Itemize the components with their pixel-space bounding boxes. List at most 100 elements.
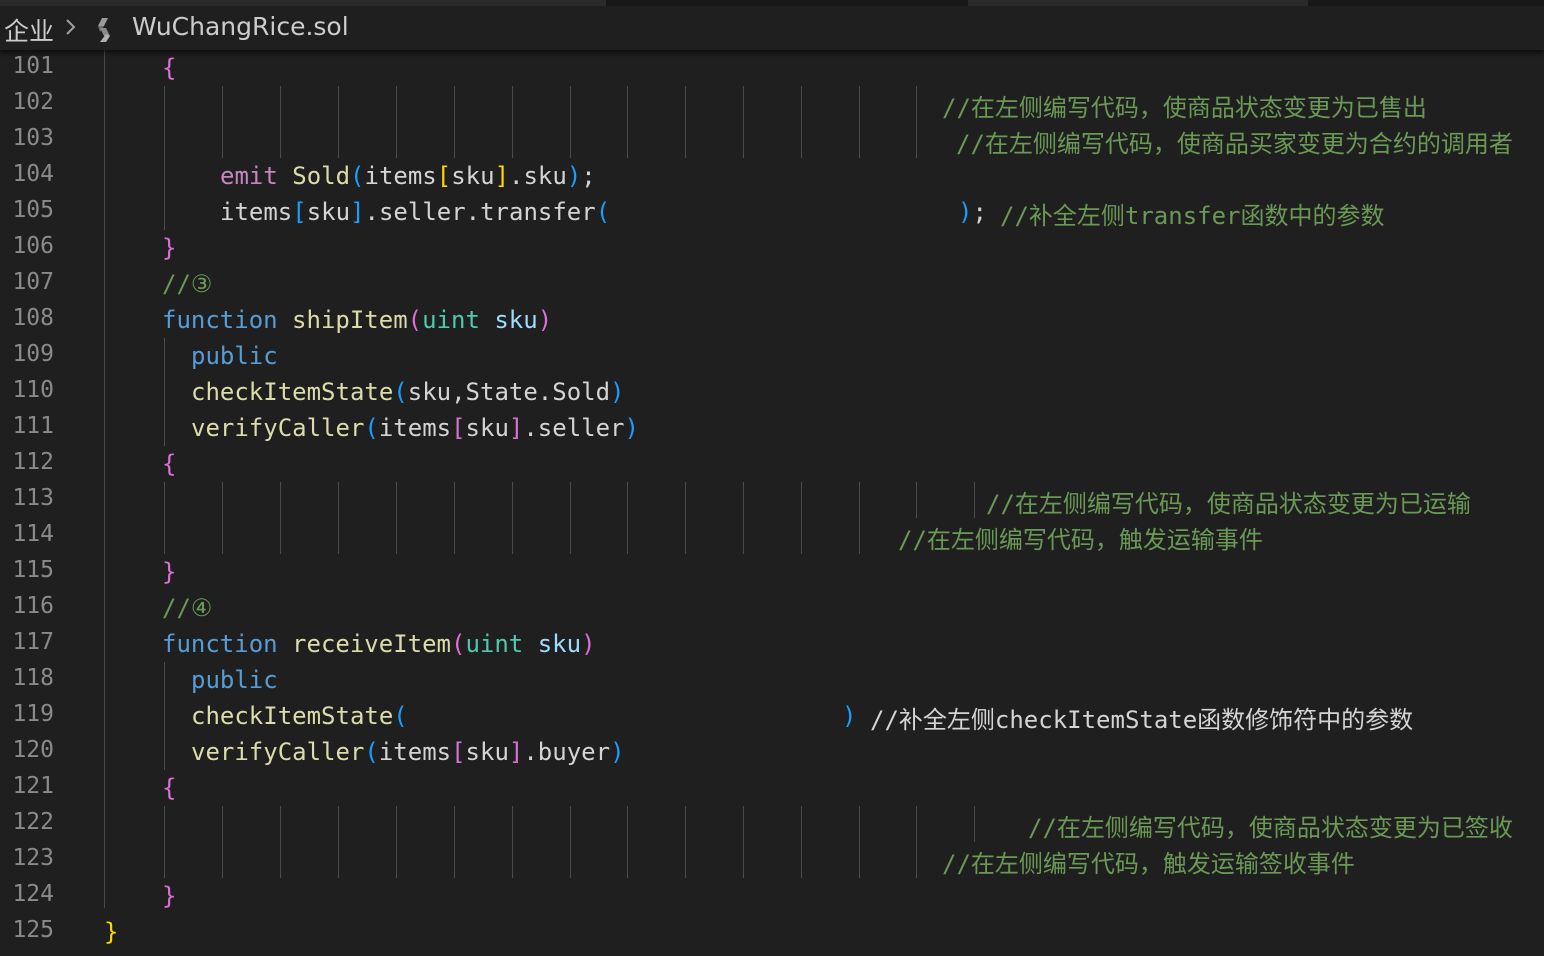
open-brace: { — [162, 54, 177, 82]
line-number: 122 — [12, 809, 54, 835]
breadcrumb: 企业 WuChangRice.sol — [0, 6, 1544, 50]
code-line[interactable]: 108 function shipItem(uint sku) — [0, 302, 1544, 338]
code-comment: //④ — [162, 594, 213, 622]
semicolon: ; — [972, 198, 987, 226]
code-line[interactable]: 122 //在左侧编写代码，使商品状态变更为已签收 — [0, 806, 1544, 842]
solidity-file-icon — [92, 16, 116, 44]
code-line[interactable]: 112 { — [0, 446, 1544, 482]
code-editor[interactable]: 101 { 102 //在左侧编写代码，使商品状态变更为已售出 103 //在左… — [0, 50, 1544, 956]
code-line[interactable]: 107 //③ — [0, 266, 1544, 302]
identifier: items — [378, 738, 452, 766]
code-line[interactable]: 125 } — [0, 914, 1544, 950]
identifier: items — [378, 414, 452, 442]
code-line[interactable]: 118 public — [0, 662, 1544, 698]
code-comment: //在左侧编写代码，使商品买家变更为合约的调用者 — [956, 130, 1513, 158]
property: .sku — [509, 162, 567, 190]
line-number: 106 — [12, 233, 54, 259]
modifier-name: verifyCaller — [191, 414, 365, 442]
code-line[interactable]: 102 //在左侧编写代码，使商品状态变更为已售出 — [0, 86, 1544, 122]
close-brace: } — [162, 234, 177, 262]
code-text: function receiveItem(uint sku) — [162, 630, 596, 658]
event-name: Sold — [292, 162, 351, 190]
code-line[interactable]: 109 public — [0, 338, 1544, 374]
identifier: sku — [465, 414, 509, 442]
modifier-name: verifyCaller — [191, 738, 365, 766]
code-comment: //在左侧编写代码，触发运输事件 — [898, 526, 1263, 554]
code-line[interactable]: 101 { — [0, 50, 1544, 86]
type-name: uint — [422, 306, 480, 334]
code-line[interactable]: 120 verifyCaller(items[sku].buyer) — [0, 734, 1544, 770]
line-number: 103 — [12, 125, 54, 151]
property: .seller — [523, 414, 625, 442]
line-number: 112 — [12, 449, 54, 475]
code-text: checkItemState( — [191, 702, 408, 730]
keyword-public: public — [191, 666, 278, 694]
line-number: 102 — [12, 89, 54, 115]
breadcrumb-folder[interactable]: 企业 — [4, 12, 54, 48]
code-line[interactable]: 124 } — [0, 878, 1544, 914]
code-text: function shipItem(uint sku) — [162, 306, 553, 334]
code-line[interactable]: 111 verifyCaller(items[sku].seller) — [0, 410, 1544, 446]
chevron-right-icon — [64, 11, 78, 47]
arguments: sku,State.Sold — [407, 378, 611, 406]
code-line[interactable]: 104 emit Sold(items[sku].sku); — [0, 158, 1544, 194]
modifier-name: checkItemState — [191, 702, 394, 730]
line-number: 104 — [12, 161, 54, 187]
code-text: verifyCaller(items[sku].seller) — [191, 414, 639, 442]
identifier: sku — [451, 162, 495, 190]
line-number: 119 — [12, 701, 54, 727]
line-number: 111 — [12, 413, 54, 439]
line-number: 115 — [12, 557, 54, 583]
code-line[interactable]: 123 //在左侧编写代码，触发运输签收事件 — [0, 842, 1544, 878]
open-brace: { — [162, 774, 177, 802]
keyword-function: function — [162, 630, 278, 658]
code-line[interactable]: 103 //在左侧编写代码，使商品买家变更为合约的调用者 — [0, 122, 1544, 158]
keyword-function: function — [162, 306, 278, 334]
keyword-public: public — [191, 342, 278, 370]
keyword-emit: emit — [220, 162, 278, 190]
semicolon: ; — [581, 162, 596, 190]
code-line[interactable]: 106 } — [0, 230, 1544, 266]
code-comment: //在左侧编写代码，触发运输签收事件 — [942, 850, 1355, 878]
code-line[interactable]: 110 checkItemState(sku,State.Sold) — [0, 374, 1544, 410]
identifier: sku — [465, 738, 509, 766]
property: .buyer — [523, 738, 611, 766]
open-brace: { — [162, 450, 177, 478]
breadcrumb-file[interactable]: WuChangRice.sol — [132, 12, 349, 41]
line-number: 108 — [12, 305, 54, 331]
line-number: 113 — [12, 485, 54, 511]
line-number: 101 — [12, 53, 54, 79]
line-number: 118 — [12, 665, 54, 691]
identifier: sku — [306, 198, 351, 226]
code-line[interactable]: 116 //④ — [0, 590, 1544, 626]
line-number: 125 — [12, 917, 54, 943]
code-line[interactable]: 113 //在左侧编写代码，使商品状态变更为已运输 — [0, 482, 1544, 518]
code-text: ); — [958, 198, 987, 226]
code-line[interactable]: 121 { — [0, 770, 1544, 806]
code-text: checkItemState(sku,State.Sold) — [191, 378, 625, 406]
parameter: sku — [537, 630, 582, 658]
line-number: 110 — [12, 377, 54, 403]
code-comment: //在左侧编写代码，使商品状态变更为已售出 — [942, 94, 1427, 122]
identifier: items — [364, 162, 437, 190]
code-line[interactable]: 114 //在左侧编写代码，触发运输事件 — [0, 518, 1544, 554]
code-comment: //在左侧编写代码，使商品状态变更为已运输 — [986, 490, 1471, 518]
parameter: sku — [494, 306, 538, 334]
code-text: emit Sold(items[sku].sku); — [220, 162, 596, 190]
method-call: .seller.transfer — [364, 198, 596, 226]
identifier: items — [220, 198, 293, 226]
code-line[interactable]: 115 } — [0, 554, 1544, 590]
function-name: receiveItem — [292, 630, 451, 658]
code-line[interactable]: 119 checkItemState( ) //补全左侧checkItemSta… — [0, 698, 1544, 734]
line-number: 109 — [12, 341, 54, 367]
code-text: verifyCaller(items[sku].buyer) — [191, 738, 625, 766]
code-line[interactable]: 117 function receiveItem(uint sku) — [0, 626, 1544, 662]
code-comment: //③ — [162, 270, 213, 298]
line-number: 114 — [12, 521, 54, 547]
line-number: 124 — [12, 881, 54, 907]
line-number: 123 — [12, 845, 54, 871]
code-line[interactable]: 105 items[sku].seller.transfer( ); //补全左… — [0, 194, 1544, 230]
type-name: uint — [465, 630, 524, 658]
code-comment: //补全左侧checkItemState函数修饰符中的参数 — [870, 706, 1414, 734]
close-brace: } — [162, 882, 177, 910]
